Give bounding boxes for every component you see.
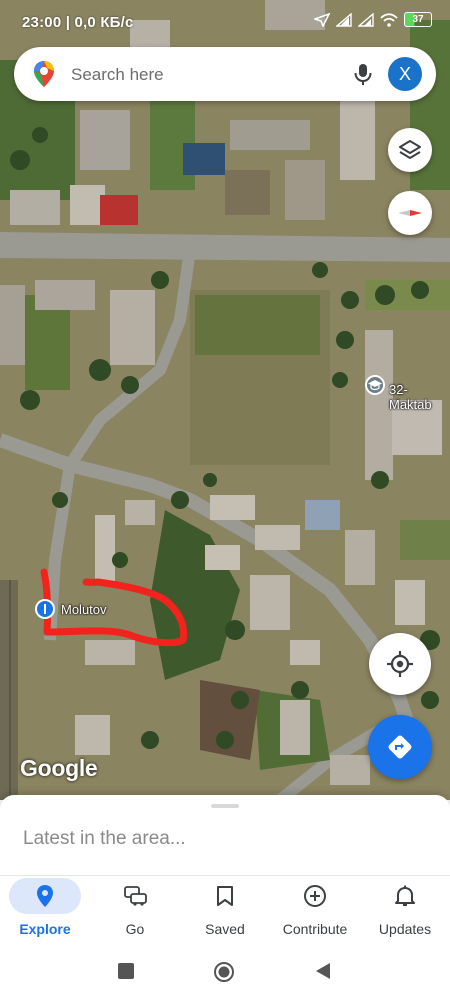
location-arrow-icon (314, 12, 330, 27)
account-avatar[interactable]: X (388, 57, 422, 91)
sheet-title: Latest in the area... (23, 828, 186, 849)
nav-go[interactable]: Go (90, 876, 180, 946)
search-input[interactable]: Search here (71, 65, 164, 85)
nav-contribute[interactable]: Contribute (270, 876, 360, 946)
compass-button[interactable] (388, 191, 432, 235)
microphone-icon[interactable] (350, 61, 376, 87)
bell-icon (395, 885, 415, 906)
bottom-nav: Explore Go Saved Contribute Updates (0, 875, 450, 945)
place-label[interactable]: Molutov (61, 602, 107, 617)
search-bar[interactable]: Search here X (14, 47, 436, 101)
directions-icon (388, 735, 412, 759)
layers-icon (399, 140, 421, 159)
home-icon[interactable] (213, 961, 235, 983)
my-location-button[interactable] (369, 633, 431, 695)
status-time: 23:00 | 0,0 КБ/с (22, 14, 134, 31)
signal-icon-2 (358, 12, 374, 27)
system-navigation-bar (0, 945, 450, 1000)
wifi-icon (380, 12, 398, 27)
back-icon[interactable] (314, 962, 332, 980)
directions-button[interactable] (368, 715, 432, 779)
nav-contribute-label: Contribute (282, 921, 348, 937)
pin-icon (37, 885, 53, 907)
nav-saved[interactable]: Saved (180, 876, 270, 946)
explore-sheet[interactable]: Latest in the area... (0, 795, 450, 875)
nav-saved-label: Saved (205, 921, 245, 937)
battery-indicator: 37 (404, 12, 432, 27)
bookmark-icon (217, 886, 233, 906)
nav-go-label: Go (125, 921, 145, 937)
nav-updates[interactable]: Updates (360, 876, 450, 946)
nav-explore-label: Explore (19, 921, 71, 937)
plus-circle-icon (304, 885, 326, 907)
signal-icon (336, 12, 352, 27)
compass-icon (398, 210, 422, 216)
nav-explore[interactable]: Explore (0, 876, 90, 946)
maps-logo-icon (34, 61, 54, 87)
layers-button[interactable] (388, 128, 432, 172)
status-icons: 37 (314, 12, 432, 27)
status-bar: 23:00 | 0,0 КБ/с 37 (0, 0, 450, 46)
school-label[interactable]: 32-Maktab (389, 382, 450, 412)
place-marker-icon[interactable] (35, 599, 55, 619)
recents-icon[interactable] (117, 962, 135, 980)
school-marker-icon[interactable] (365, 375, 385, 395)
nav-updates-label: Updates (378, 921, 432, 937)
google-attribution: Google (20, 755, 98, 781)
car-icon (124, 886, 147, 906)
crosshair-icon (387, 651, 413, 677)
sheet-drag-handle[interactable] (211, 804, 239, 808)
